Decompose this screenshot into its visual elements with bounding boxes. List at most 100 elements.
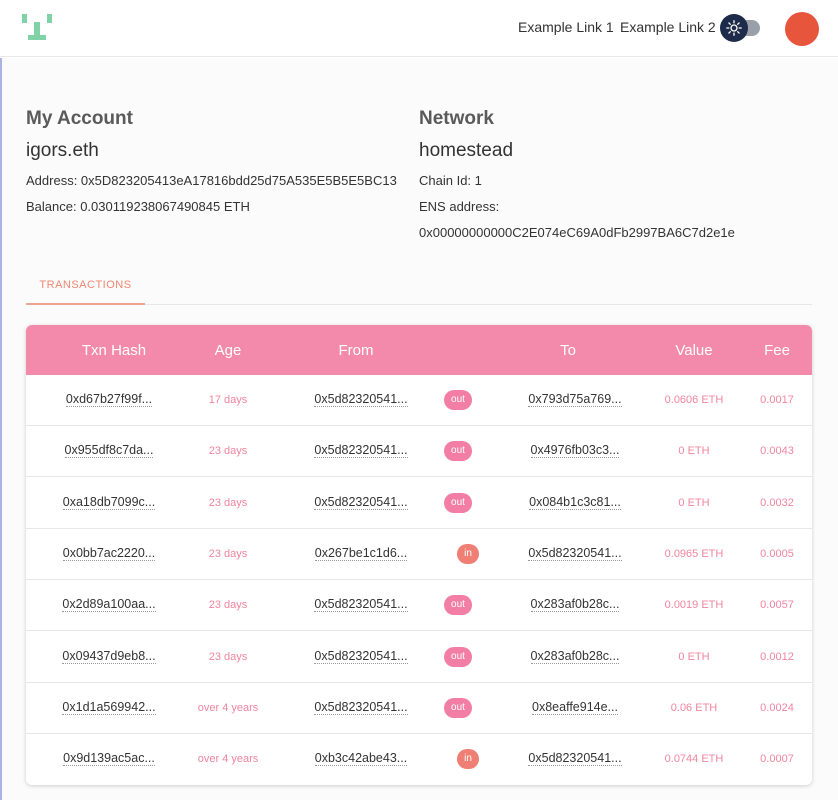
from-address-cell: 0x5d82320541... [301,392,421,407]
value-cell: 0 ETH [650,649,738,663]
header-from: From [338,342,374,359]
age-cell: 23 days [188,546,268,560]
toggle-knob [720,14,748,42]
value-cell: 0.0744 ETH [664,753,724,766]
to-address-link[interactable]: 0x8eaffe914e... [532,699,618,715]
value-cell: 0.0965 ETH [664,547,724,560]
txn-hash-link[interactable]: 0x0bb7ac2220... [62,545,156,561]
age-cell: 23 days [188,597,268,611]
logo-icon[interactable] [22,14,52,42]
to-address-link[interactable]: 0x5d82320541... [528,545,622,561]
fee-cell: 0.0012 [752,649,802,663]
txn-hash-link[interactable]: 0xd67b27f99f... [65,392,153,407]
from-address-cell: 0x5d82320541... [301,597,421,613]
table-row: 0x2d89a100aa... 23 days 0x5d82320541... 0x2… [26,580,812,632]
txn-hash-link[interactable]: 0x09437d9eb8... [62,648,156,664]
from-address-cell: 0x5d82320541... [301,443,421,459]
age-cell: 23 days [208,650,248,663]
to-address-link[interactable]: 0x5d82320541... [528,751,622,767]
from-address-link[interactable]: 0x5d82320541... [314,392,408,407]
header-to: To [560,342,576,359]
from-address-link[interactable]: 0x5d82320541... [314,597,408,613]
txn-hash-link[interactable]: 0x2d89a100aa... [62,597,156,613]
table-row: 0x0bb7ac2220... 23 days 0x267be1c1d6... 0x5… [26,529,812,580]
header-fee: Fee [764,342,790,359]
from-address-link[interactable]: 0x5d82320541... [314,648,408,664]
from-address-link[interactable]: 0x5d82320541... [314,699,408,715]
value-cell: 0 ETH [678,445,710,458]
txn-hash-cell: 0x0bb7ac2220... [44,545,174,561]
header-value: Value [675,342,713,359]
network-ens-label: ENS address: [419,199,500,214]
theme-toggle[interactable] [720,14,762,42]
age-cell: over 4 years [188,700,268,714]
txn-hash-cell: 0xd67b27f99f... [44,392,174,407]
age-cell: 23 days [188,495,268,509]
network-chain-id: Chain Id: 1 [419,173,482,188]
txn-hash-cell: 0xa18db7099c... [44,494,174,510]
fee-cell: 0.0057 [752,597,802,611]
account-balance: Balance: 0.030119238067490845 ETH [26,199,250,214]
header-txn-hash: Txn Hash [81,342,147,359]
value-cell: 0.0965 ETH [650,546,738,560]
table-row: 0x955df8c7da... 23 days 0x5d82320541... 0x4… [26,426,812,478]
direction-badge: in [457,749,479,770]
table-row: 0xd67b27f99f... 17 days 0x5d82320541... 0x7… [26,375,812,426]
age-cell: over 4 years [188,751,268,765]
value-cell: 0.06 ETH [670,701,718,714]
from-address-link[interactable]: 0x267be1c1d6... [314,545,408,561]
sun-icon [726,20,742,36]
direction-badge: out [444,595,472,616]
direction-badge: out [444,390,472,410]
to-address-cell: 0x4976fb03c3... [515,443,635,459]
table-row: 0xa18db7099c... 23 days 0x5d82320541... 0x0… [26,478,812,529]
from-address-link[interactable]: 0xb3c42abe43... [314,751,408,767]
txn-hash-link[interactable]: 0x955df8c7da... [64,443,154,459]
to-address-link[interactable]: 0x4976fb03c3... [530,443,620,459]
from-address-cell: 0x5d82320541... [301,699,421,715]
transactions-table: Txn Hash Age From To Value Fee 0xd67b27f… [26,325,812,785]
to-address-cell: 0x084b1c3c81... [515,494,635,510]
value-cell: 0.0019 ETH [650,597,738,611]
to-address-link[interactable]: 0x793d75a769... [528,392,622,407]
nav-link-1[interactable]: Example Link 1 [518,19,614,35]
age-cell: 17 days [188,392,268,406]
value-cell: 0 ETH [678,650,710,663]
age-cell: 23 days [188,649,268,663]
tab-transactions[interactable]: TRANSACTIONS [26,271,145,305]
txn-hash-link[interactable]: 0x1d1a569942... [62,699,156,715]
txn-hash-cell: 0x09437d9eb8... [44,648,174,664]
age-cell: over 4 years [197,753,259,766]
nav-link-2[interactable]: Example Link 2 [620,19,716,35]
value-cell: 0 ETH [650,443,738,457]
direction-badge: in [457,543,479,564]
age-cell: 23 days [208,599,248,612]
from-address-cell: 0xb3c42abe43... [301,751,421,767]
network-heading: Network [419,108,494,129]
to-address-link[interactable]: 0x283af0b28c... [530,648,620,664]
from-address-link[interactable]: 0x5d82320541... [314,443,408,459]
age-cell: 23 days [208,496,248,509]
txn-hash-link[interactable]: 0xa18db7099c... [62,494,156,510]
fee-cell: 0.0017 [760,394,794,406]
fee-cell: 0.0012 [760,650,794,663]
fee-cell: 0.0024 [752,700,802,714]
txn-hash-cell: 0x1d1a569942... [44,699,174,715]
fee-cell: 0.0032 [752,495,802,509]
direction-badge: out [444,492,472,513]
to-address-link[interactable]: 0x283af0b28c... [530,597,620,613]
fee-cell: 0.0005 [752,546,802,560]
age-cell: 23 days [208,445,248,458]
age-cell: 23 days [208,547,248,560]
from-address-link[interactable]: 0x5d82320541... [314,494,408,510]
table-row: 0x09437d9eb8... 23 days 0x5d82320541... 0x2… [26,632,812,683]
fee-cell: 0.0007 [752,751,802,765]
txn-hash-link[interactable]: 0x9d139ac5ac... [63,751,155,767]
from-address-cell: 0x267be1c1d6... [301,545,421,561]
age-cell: 17 days [208,394,248,406]
avatar[interactable] [785,12,819,46]
value-cell: 0.0744 ETH [650,751,738,765]
header-age: Age [214,342,242,359]
to-address-cell: 0x793d75a769... [515,392,635,407]
to-address-link[interactable]: 0x084b1c3c81... [529,494,621,510]
